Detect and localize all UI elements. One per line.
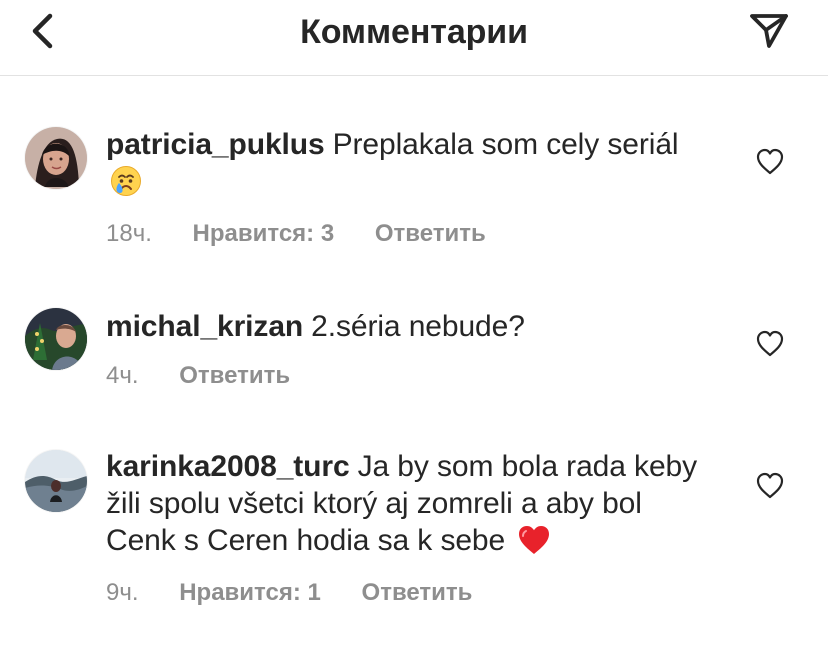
comment-username[interactable]: karinka2008_turc xyxy=(106,450,350,483)
like-button[interactable] xyxy=(755,148,785,176)
reply-button[interactable]: Ответить xyxy=(362,579,473,607)
like-button[interactable] xyxy=(755,472,785,500)
reply-button[interactable]: Ответить xyxy=(179,362,290,390)
comment-text: 2.séria nebude? xyxy=(311,310,525,343)
comment-item: michal_krizan 2.séria nebude? 4ч. Ответит… xyxy=(0,300,828,400)
comment-time: 18ч. xyxy=(106,220,152,247)
heart-icon xyxy=(756,330,784,357)
avatar[interactable] xyxy=(25,308,87,370)
comments-screen: Комментарии patricia_puklus Preplakala so… xyxy=(0,0,828,645)
heart-icon xyxy=(756,472,784,499)
avatar[interactable] xyxy=(25,450,87,512)
comment-meta: 9ч. Нравится: 1 Ответить xyxy=(106,579,506,607)
comment-time: 9ч. xyxy=(106,579,139,606)
red-heart-emoji xyxy=(517,524,551,565)
likes-count-button[interactable]: Нравится: 1 xyxy=(179,579,321,607)
likes-count-button[interactable]: Нравится: 3 xyxy=(193,220,335,248)
comment-username[interactable]: patricia_puklus xyxy=(106,128,325,161)
user-avatar-image xyxy=(25,127,87,189)
comment-item: patricia_puklus Preplakala som cely seriá… xyxy=(0,118,828,258)
comments-header: Комментарии xyxy=(0,0,828,76)
user-avatar-image xyxy=(25,308,87,370)
comment-content: patricia_puklus Preplakala som cely seriá… xyxy=(106,126,716,206)
paper-plane-icon xyxy=(750,14,788,48)
user-avatar-image xyxy=(25,450,87,512)
comment-text: Preplakala som cely seriál xyxy=(332,128,679,161)
avatar[interactable] xyxy=(25,127,87,189)
crying-face-emoji xyxy=(110,165,142,206)
like-button[interactable] xyxy=(755,330,785,358)
comment-meta: 18ч. Нравится: 3 Ответить xyxy=(106,220,520,248)
page-title: Комментарии xyxy=(300,13,528,51)
heart-icon xyxy=(756,148,784,175)
comment-content: michal_krizan 2.séria nebude? xyxy=(106,308,716,345)
reply-button[interactable]: Ответить xyxy=(375,220,486,248)
comment-time: 4ч. xyxy=(106,362,139,389)
comment-meta: 4ч. Ответить xyxy=(106,362,324,390)
comment-content: karinka2008_turc Ja by som bola rada keby… xyxy=(106,448,716,565)
comment-username[interactable]: michal_krizan xyxy=(106,310,303,343)
comment-item: karinka2008_turc Ja by som bola rada keby… xyxy=(0,441,828,621)
share-button[interactable] xyxy=(748,7,790,53)
